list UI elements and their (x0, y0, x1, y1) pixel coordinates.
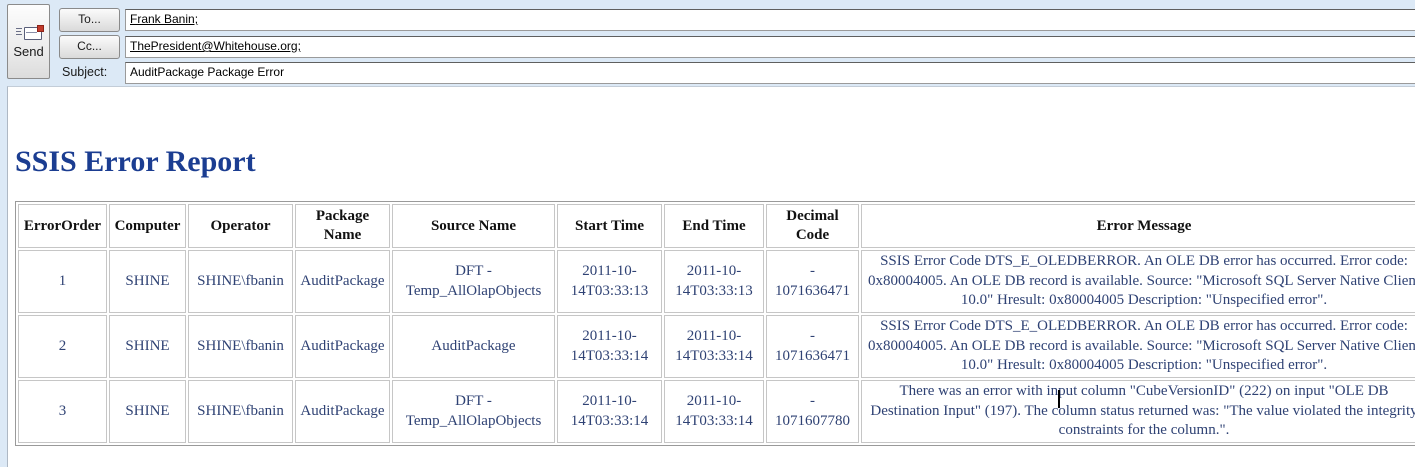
table-cell: 2011-10- 14T03:33:14 (557, 380, 662, 443)
table-cell: - 1071636471 (766, 250, 859, 313)
table-cell: SHINE\fbanin (188, 315, 293, 378)
text-cursor (1058, 390, 1060, 408)
table-cell: 2011-10- 14T03:33:14 (664, 315, 764, 378)
send-envelope-icon (16, 24, 42, 40)
table-cell: 2011-10- 14T03:33:14 (557, 315, 662, 378)
to-button[interactable]: To... (59, 8, 120, 32)
table-cell: SSIS Error Code DTS_E_OLEDBERROR. An OLE… (861, 250, 1415, 313)
cc-button[interactable]: Cc... (59, 35, 120, 59)
table-cell: 3 (18, 380, 107, 443)
table-cell: AuditPackage (295, 250, 390, 313)
send-button-label: Send (13, 44, 43, 59)
to-recipient-text: Frank Banin; (130, 12, 198, 26)
subject-label: Subject: (62, 65, 107, 79)
table-cell: 2011-10- 14T03:33:14 (664, 380, 764, 443)
subject-text: AuditPackage Package Error (130, 65, 284, 79)
mail-compose-window: Send To... Cc... Subject: Frank Banin; T… (0, 0, 1415, 467)
table-cell: - 1071636471 (766, 315, 859, 378)
send-button[interactable]: Send (7, 4, 50, 79)
to-input[interactable]: Frank Banin; (125, 9, 1415, 31)
table-cell: SHINE (109, 380, 186, 443)
table-cell: DFT - Temp_AllOlapObjects (392, 380, 555, 443)
column-header: Error Message (861, 204, 1415, 248)
column-header: Start Time (557, 204, 662, 248)
table-cell: - 1071607780 (766, 380, 859, 443)
table-cell: 1 (18, 250, 107, 313)
table-cell: AuditPackage (295, 380, 390, 443)
table-cell: 2011-10- 14T03:33:13 (557, 250, 662, 313)
table-row: 3SHINESHINE\fbaninAuditPackageDFT - Temp… (18, 380, 1415, 443)
table-cell: 2 (18, 315, 107, 378)
cc-input[interactable]: ThePresident@Whitehouse.org; (125, 36, 1415, 58)
cc-recipient-text: ThePresident@Whitehouse.org; (130, 39, 301, 53)
table-header-row: ErrorOrderComputerOperatorPackage NameSo… (18, 204, 1415, 248)
table-cell: AuditPackage (295, 315, 390, 378)
table-cell: 2011-10- 14T03:33:13 (664, 250, 764, 313)
column-header: Package Name (295, 204, 390, 248)
column-header: Operator (188, 204, 293, 248)
report-title: SSIS Error Report (15, 145, 1415, 179)
error-table: ErrorOrderComputerOperatorPackage NameSo… (15, 201, 1415, 446)
column-header: Decimal Code (766, 204, 859, 248)
table-row: 2SHINESHINE\fbaninAuditPackageAuditPacka… (18, 315, 1415, 378)
message-body[interactable]: SSIS Error Report ErrorOrderComputerOper… (7, 86, 1415, 467)
table-cell: SSIS Error Code DTS_E_OLEDBERROR. An OLE… (861, 315, 1415, 378)
column-header: Computer (109, 204, 186, 248)
table-cell: SHINE (109, 315, 186, 378)
column-header: ErrorOrder (18, 204, 107, 248)
table-cell: AuditPackage (392, 315, 555, 378)
column-header: End Time (664, 204, 764, 248)
table-cell: SHINE\fbanin (188, 380, 293, 443)
table-cell: There was an error with input column "Cu… (861, 380, 1415, 443)
column-header: Source Name (392, 204, 555, 248)
table-cell: SHINE (109, 250, 186, 313)
subject-input[interactable]: AuditPackage Package Error (125, 62, 1415, 84)
table-cell: SHINE\fbanin (188, 250, 293, 313)
table-row: 1SHINESHINE\fbaninAuditPackageDFT - Temp… (18, 250, 1415, 313)
table-cell: DFT - Temp_AllOlapObjects (392, 250, 555, 313)
